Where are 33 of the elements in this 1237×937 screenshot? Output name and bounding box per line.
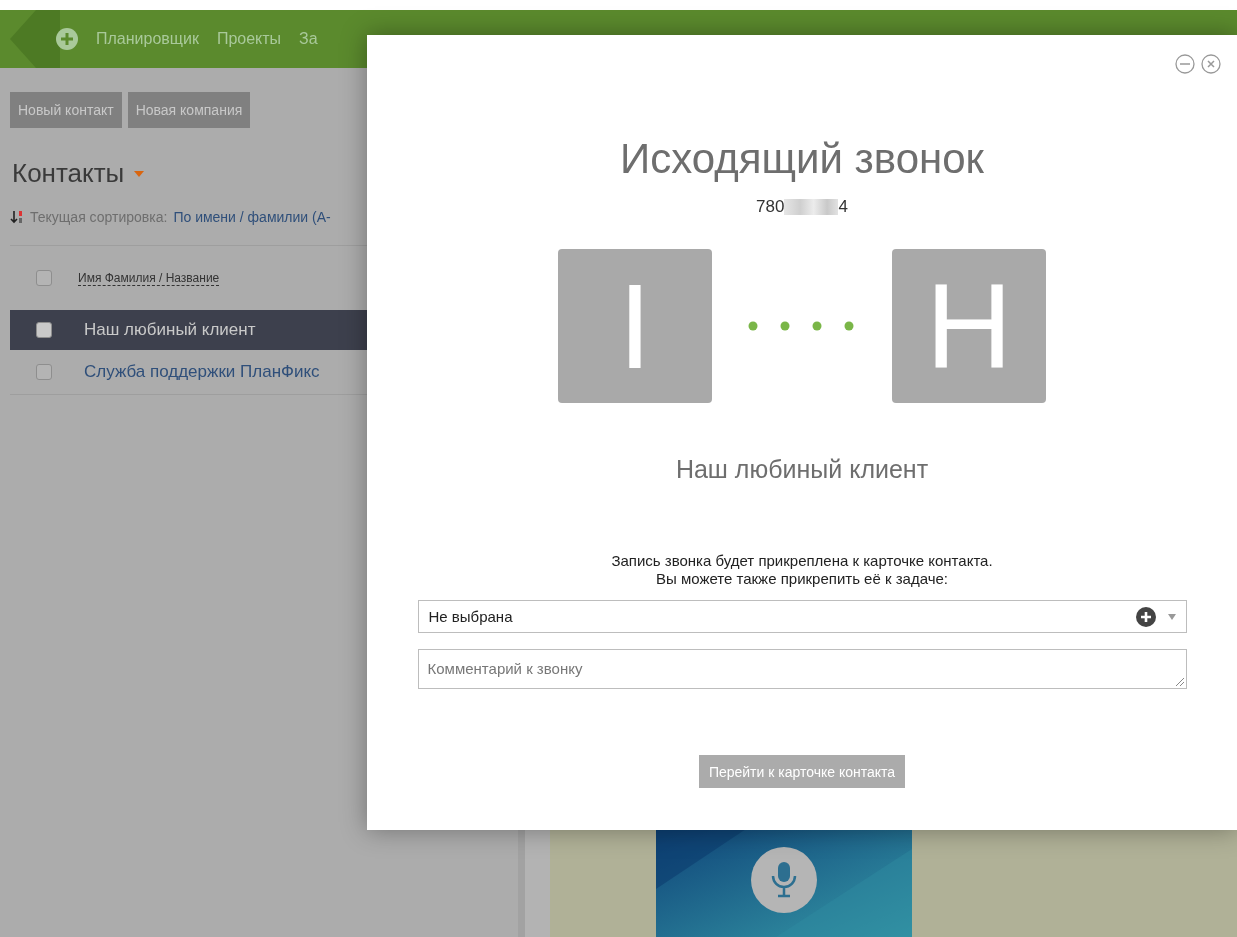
nav-link[interactable]: За	[299, 30, 318, 48]
page-title: Контакты	[12, 158, 125, 189]
sort-icon	[10, 210, 24, 224]
redacted-digits	[784, 199, 839, 215]
checkbox[interactable]	[36, 322, 52, 338]
connecting-dots-icon	[748, 321, 856, 331]
minimize-icon[interactable]	[1175, 54, 1195, 74]
contact-avatar: H	[892, 249, 1046, 403]
phone-number: 780	[756, 197, 785, 217]
toolbar-button[interactable]: Новая компания	[127, 92, 251, 128]
microphone-icon	[769, 860, 799, 900]
note-text: Запись звонка будет прикреплена к карточке контакта.	[611, 552, 993, 570]
add-icon[interactable]	[1135, 606, 1156, 627]
column-header[interactable]: Имя Фамилия / Название	[78, 270, 220, 286]
caret-icon	[1167, 613, 1176, 620]
phone-number: 4	[838, 197, 848, 217]
sort-label: Текущая сортировка:	[30, 209, 168, 225]
contact-name: Наш любиный клиент	[675, 455, 929, 484]
checkbox[interactable]	[36, 270, 52, 286]
caller-avatar: I	[558, 249, 712, 403]
contact-row[interactable]: Служба поддержки ПланФикс	[10, 350, 518, 394]
dialog-title: Исходящий звонок	[620, 135, 984, 183]
task-select[interactable]: Не выбрана	[417, 600, 1187, 633]
checkbox[interactable]	[36, 364, 52, 380]
close-icon[interactable]	[1201, 54, 1221, 74]
toolbar-button[interactable]: Новый контакт	[10, 92, 122, 128]
open-contact-button[interactable]: Перейти к карточке контакта	[698, 755, 906, 788]
nav-link[interactable]: Проекты	[216, 30, 282, 48]
note-text: Вы можете также прикрепить её к задаче:	[655, 570, 949, 588]
nav-link[interactable]: Планировщик	[96, 30, 199, 48]
caret-icon[interactable]	[134, 170, 145, 177]
sort-link[interactable]: По имени / фамилии (А-	[173, 209, 331, 225]
comment-field[interactable]: Комментарий к звонку	[417, 649, 1187, 689]
